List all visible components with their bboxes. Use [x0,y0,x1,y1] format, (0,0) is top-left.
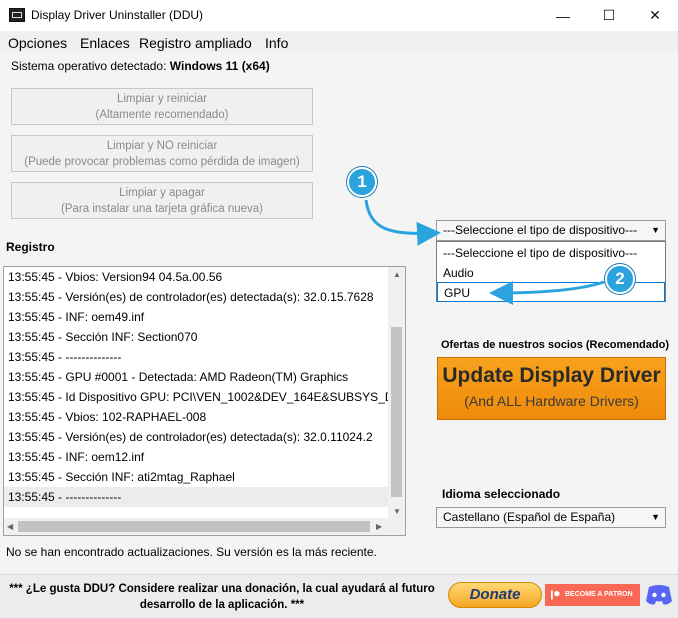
update-driver-banner[interactable]: Update Display Driver (And ALL Hardware … [437,357,666,420]
donate-button[interactable]: Donate [448,582,542,608]
clean-no-restart-button[interactable]: Limpiar y NO reiniciar (Puede provocar p… [11,135,313,172]
callout-arrow-one [364,199,441,246]
donation-message: *** ¿Le gusta DDU? Considere realizar un… [6,581,438,613]
update-status-text: No se han encontrado actualizaciones. Su… [6,545,377,559]
menu-registro-ampliado[interactable]: Registro ampliado [139,35,252,51]
log-vertical-thumb[interactable] [391,327,402,497]
clean-shutdown-label: Limpiar y apagar [119,186,205,199]
log-line: 13:55:45 - -------------- [8,350,122,364]
log-horizontal-thumb[interactable] [18,521,370,532]
minimize-button[interactable]: — [540,0,586,31]
donation-line-2: desarrollo de la aplicación. *** [139,599,305,611]
callout-arrow-two [489,280,605,305]
window-title: Display Driver Uninstaller (DDU) [31,8,204,22]
log-line: 13:55:45 - Vbios: Version94 04.5a.00.56 [8,270,223,284]
log-line: 13:55:45 - Sección INF: Section070 [8,330,198,344]
clean-shutdown-sublabel: (Para instalar una tarjeta gráfica nueva… [61,202,263,215]
log-horizontal-scrollbar[interactable]: ◀ ▶ [4,518,405,535]
ddu-app-icon [9,8,25,22]
os-label: Sistema operativo detectado: [11,59,167,73]
patreon-button[interactable]: BECOME A PATRON [545,584,640,606]
log-line: 13:55:45 - INF: oem49.inf [8,310,145,324]
patreon-icon [551,590,560,600]
log-line: 13:55:45 - Vbios: 102-RAPHAEL-008 [8,410,207,424]
maximize-button[interactable]: ☐ [586,0,632,31]
language-select[interactable]: Castellano (Español de España) ▼ [436,507,666,528]
clean-shutdown-button[interactable]: Limpiar y apagar (Para instalar una tarj… [11,182,313,219]
language-label: Idioma seleccionado [442,487,561,501]
clean-restart-label: Limpiar y reiniciar [116,92,208,105]
clean-restart-button[interactable]: Limpiar y reiniciar (Altamente recomenda… [11,88,313,125]
discord-icon[interactable] [645,583,673,607]
log-line: 13:55:45 - INF: oem12.inf [8,450,145,464]
clean-restart-sublabel: (Altamente recomendado) [95,108,229,121]
partners-label: Ofertas de nuestros socios (Recomendado) [441,339,669,351]
clean-no-restart-sublabel: (Puede provocar problemas como pérdida d… [24,155,300,168]
os-value: Windows 11 (x64) [169,59,270,73]
log-label: Registro [6,240,55,254]
language-selected: Castellano (Español de España) [443,510,616,524]
patreon-label: BECOME A PATRON [565,591,633,598]
menu-opciones[interactable]: Opciones [8,35,67,51]
callout-badge-two: 2 [605,264,635,294]
scroll-left-icon[interactable]: ◀ [7,522,13,531]
close-button[interactable]: ✕ [632,0,678,31]
log-line: 13:55:45 - Versión(es) de controlador(es… [8,290,374,304]
banner-subtitle: (And ALL Hardware Drivers) [464,393,639,409]
donation-line-1: *** ¿Le gusta DDU? Considere realizar un… [9,583,435,595]
callout-badge-one: 1 [347,167,377,197]
scroll-down-icon[interactable]: ▼ [393,507,401,516]
clean-no-restart-label: Limpiar y NO reiniciar [106,139,218,152]
scroll-right-icon[interactable]: ▶ [376,522,382,531]
chevron-down-icon: ▼ [651,512,660,522]
banner-title: Update Display Driver [442,364,661,387]
menu-info[interactable]: Info [265,35,288,51]
log-line: 13:55:45 - Versión(es) de controlador(es… [8,430,373,444]
log-line: 13:55:45 - GPU #0001 - Detectada: AMD Ra… [8,370,349,384]
os-detected: Sistema operativo detectado: Windows 11 … [11,59,270,73]
menu-enlaces[interactable]: Enlaces [80,35,130,51]
log-line: 13:55:45 - Id Dispositivo GPU: PCI\VEN_1… [8,390,390,404]
log-line: 13:55:45 - Sección INF: ati2mtag_Raphael [8,470,235,484]
log-line-selected[interactable]: 13:55:45 - -------------- [4,487,390,507]
log-lines: 13:55:45 - Vbios: Version94 04.5a.00.56 … [4,267,390,519]
